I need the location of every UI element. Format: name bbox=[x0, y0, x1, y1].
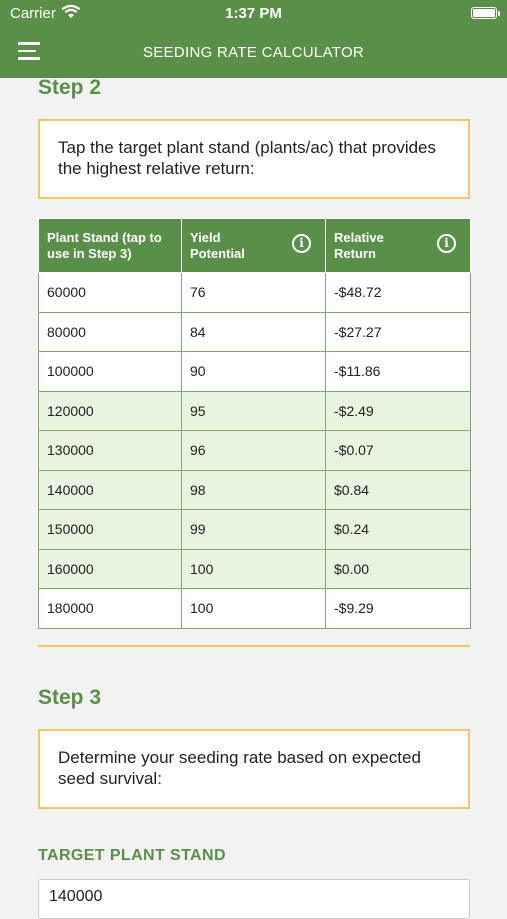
table-row[interactable]: 80000 84 -$27.27 bbox=[38, 311, 471, 352]
header-relative-return: Relative Return i bbox=[325, 218, 471, 273]
yield-potential-cell: 100 bbox=[181, 588, 326, 629]
table-row[interactable]: 150000 99 $0.24 bbox=[38, 509, 471, 550]
yield-potential-cell: 76 bbox=[181, 272, 326, 313]
table-row[interactable]: 130000 96 -$0.07 bbox=[38, 430, 471, 471]
header-plant-stand: Plant Stand (tap to use in Step 3) bbox=[38, 218, 182, 273]
plant-stand-cell[interactable]: 130000 bbox=[38, 430, 182, 471]
yield-potential-cell: 84 bbox=[181, 311, 326, 352]
table-row[interactable]: 160000 100 $0.00 bbox=[38, 548, 471, 589]
step2-title: Step 2 bbox=[38, 76, 102, 99]
step3-title: Step 3 bbox=[38, 686, 102, 709]
table-row[interactable]: 120000 95 -$2.49 bbox=[38, 390, 471, 431]
plant-stand-cell[interactable]: 180000 bbox=[38, 588, 182, 629]
step3-instruction-text: Determine your seeding rate based on exp… bbox=[58, 748, 421, 788]
table-row[interactable]: 60000 76 -$48.72 bbox=[38, 272, 471, 313]
relative-return-cell: $0.84 bbox=[325, 469, 471, 510]
navigation-bar: SEEDING RATE CALCULATOR bbox=[0, 28, 507, 78]
relative-return-cell: -$0.07 bbox=[325, 430, 471, 471]
yield-info-icon[interactable]: i bbox=[292, 234, 311, 253]
header-yield-potential: Yield Potential i bbox=[181, 218, 326, 273]
section-divider bbox=[38, 645, 470, 647]
target-plant-stand-label: TARGET PLANT STAND bbox=[38, 847, 226, 864]
step3-instruction-box: Determine your seeding rate based on exp… bbox=[38, 729, 470, 809]
yield-potential-cell: 95 bbox=[181, 390, 326, 431]
plant-stand-table: Plant Stand (tap to use in Step 3) Yield… bbox=[38, 218, 471, 629]
plant-stand-cell[interactable]: 150000 bbox=[38, 509, 182, 550]
yield-potential-cell: 99 bbox=[181, 509, 326, 550]
nav-title: SEEDING RATE CALCULATOR bbox=[142, 44, 365, 61]
yield-potential-cell: 96 bbox=[181, 430, 326, 471]
plant-stand-cell[interactable]: 60000 bbox=[38, 272, 182, 313]
battery-tip bbox=[498, 11, 500, 16]
relative-return-cell: $0.00 bbox=[325, 548, 471, 589]
plant-stand-cell[interactable]: 160000 bbox=[38, 548, 182, 589]
plant-stand-cell[interactable]: 120000 bbox=[38, 390, 182, 431]
relative-return-cell: -$27.27 bbox=[325, 311, 471, 352]
clock: 1:37 PM bbox=[225, 5, 282, 22]
relative-return-cell: -$11.86 bbox=[325, 351, 471, 392]
table-row[interactable]: 140000 98 $0.84 bbox=[38, 469, 471, 510]
table-row[interactable]: 180000 100 -$9.29 bbox=[38, 588, 471, 629]
plant-stand-cell[interactable]: 140000 bbox=[38, 469, 182, 510]
step2-instruction-box: Tap the target plant stand (plants/ac) t… bbox=[38, 119, 470, 199]
relative-return-cell: -$9.29 bbox=[325, 588, 471, 629]
relative-return-cell: -$48.72 bbox=[325, 272, 471, 313]
yield-potential-cell: 90 bbox=[181, 351, 326, 392]
relative-return-cell: -$2.49 bbox=[325, 390, 471, 431]
status-bar: Carrier 1:37 PM bbox=[0, 0, 507, 28]
target-plant-stand-input[interactable]: 140000 bbox=[38, 879, 470, 919]
table-header-row: Plant Stand (tap to use in Step 3) Yield… bbox=[38, 218, 471, 273]
plant-stand-cell[interactable]: 100000 bbox=[38, 351, 182, 392]
yield-potential-cell: 98 bbox=[181, 469, 326, 510]
yield-potential-cell: 100 bbox=[181, 548, 326, 589]
table-row[interactable]: 100000 90 -$11.86 bbox=[38, 351, 471, 392]
plant-stand-cell[interactable]: 80000 bbox=[38, 311, 182, 352]
battery-icon bbox=[471, 7, 497, 19]
step2-instruction-text: Tap the target plant stand (plants/ac) t… bbox=[58, 138, 437, 178]
return-info-icon[interactable]: i bbox=[437, 234, 456, 253]
relative-return-cell: $0.24 bbox=[325, 509, 471, 550]
